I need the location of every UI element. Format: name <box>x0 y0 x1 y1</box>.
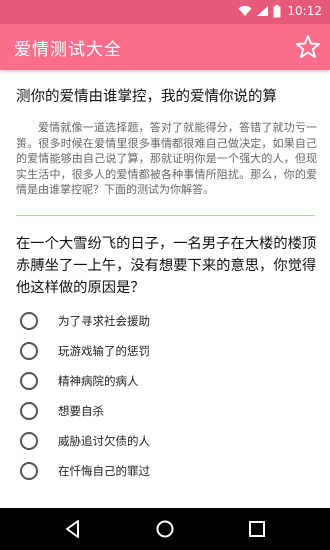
test-title: 测你的爱情由谁掌控，我的爱情你说的算 <box>16 89 277 105</box>
option-item[interactable]: 玩游戏输了的惩罚 <box>0 336 330 366</box>
test-description: 爱情就像一道选择题，答对了就能得分，答错了就功亏一篑。很多时候在爱情里很多事情都… <box>16 121 317 197</box>
status-time: 10:12 <box>287 4 322 18</box>
home-icon[interactable] <box>154 518 176 540</box>
radio-button[interactable] <box>20 312 38 330</box>
app-bar: 爱情测试大全 <box>0 24 330 70</box>
status-bar: 10:12 <box>0 0 330 24</box>
option-item[interactable]: 威胁追讨欠债的人 <box>0 426 330 456</box>
status-icons: 10:12 <box>238 4 322 18</box>
option-item[interactable]: 为了寻求社会援助 <box>0 306 330 336</box>
radio-button[interactable] <box>20 462 38 480</box>
radio-button[interactable] <box>20 402 38 420</box>
back-icon[interactable] <box>62 518 84 540</box>
signal-icon <box>257 6 269 16</box>
recents-icon[interactable] <box>246 518 268 540</box>
option-label[interactable]: 玩游戏输了的惩罚 <box>58 343 150 359</box>
option-label[interactable]: 为了寻求社会援助 <box>58 313 150 329</box>
question-text: 在一个大雪纷飞的日子，一名男子在大楼的楼顶赤膊坐了一上午，没有想要下来的意思，你… <box>16 236 317 296</box>
favorite-star-icon[interactable] <box>294 33 322 61</box>
radio-button[interactable] <box>20 342 38 360</box>
option-label[interactable]: 精神病院的病人 <box>58 373 139 389</box>
radio-button[interactable] <box>20 432 38 450</box>
option-item[interactable]: 精神病院的病人 <box>0 366 330 396</box>
test-content: 测你的爱情由谁掌控，我的爱情你说的算 爱情就像一道选择题，答对了就能得分，答错了… <box>0 70 330 510</box>
wifi-icon <box>238 5 252 16</box>
option-label[interactable]: 威胁追讨欠债的人 <box>58 433 150 449</box>
divider <box>16 215 315 216</box>
app-title: 爱情测试大全 <box>14 40 122 60</box>
radio-button[interactable] <box>20 372 38 390</box>
option-item[interactable]: 在忏悔自己的罪过 <box>0 456 330 486</box>
option-item[interactable]: 想要自杀 <box>0 396 330 426</box>
navigation-bar <box>0 508 330 550</box>
battery-icon <box>273 4 281 17</box>
option-label[interactable]: 想要自杀 <box>58 403 104 419</box>
option-label[interactable]: 在忏悔自己的罪过 <box>58 463 150 479</box>
